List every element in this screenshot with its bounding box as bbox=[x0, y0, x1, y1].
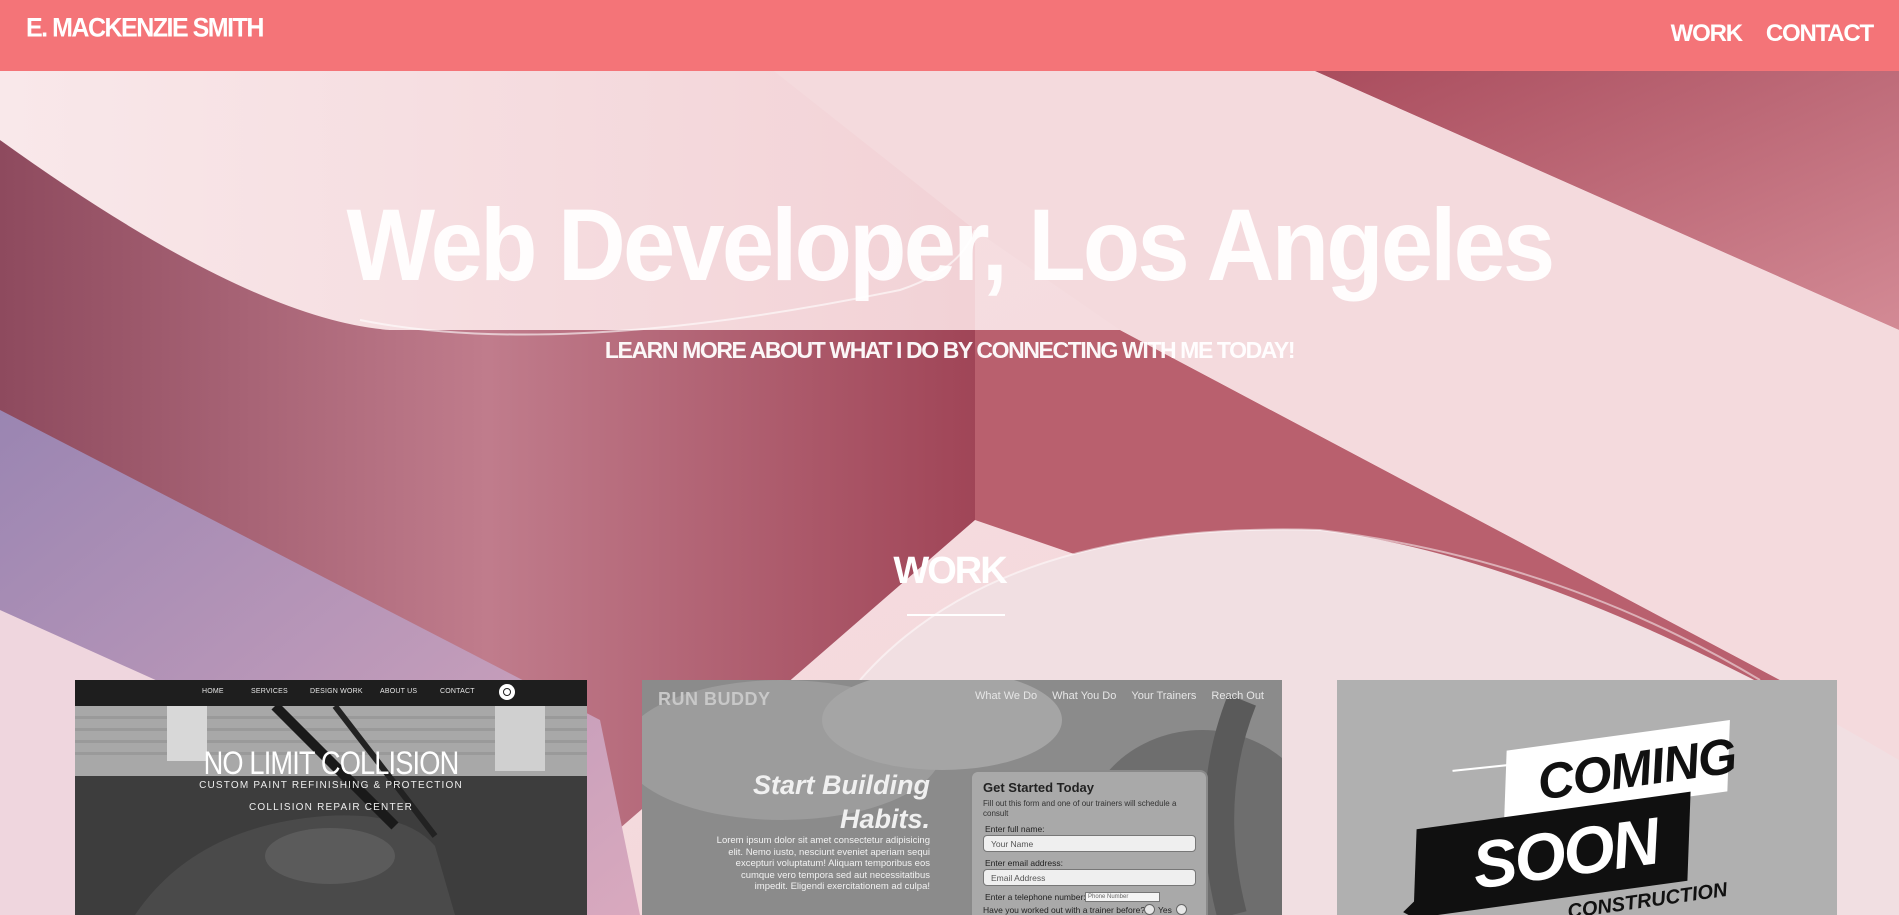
hero-subtitle: LEARN MORE ABOUT WHAT I DO BY CONNECTING… bbox=[604, 337, 1296, 363]
project-card-collision[interactable]: HOME SERVICES DESIGN WORK ABOUT US CONTA… bbox=[75, 680, 587, 915]
preview-nav-item: Reach Out bbox=[1211, 690, 1264, 702]
project-card-run-buddy[interactable]: RUN BUDDY What We Do What You Do Your Tr… bbox=[642, 680, 1282, 915]
project-preview-nav: HOME SERVICES DESIGN WORK ABOUT US CONTA… bbox=[75, 680, 587, 706]
preview-nav-item: DESIGN WORK bbox=[310, 688, 363, 695]
run-buddy-logo: RUN BUDDY bbox=[658, 689, 771, 709]
site-header: E. MACKENZIE SMITH WORK CONTACT bbox=[0, 0, 1899, 71]
instagram-icon bbox=[499, 684, 515, 700]
preview-nav-item: What We Do bbox=[975, 690, 1038, 702]
headline-line-2: Habits. bbox=[839, 804, 930, 834]
yes-label: Yes bbox=[1158, 905, 1172, 915]
project-subtitle: CUSTOM PAINT REFINISHING & PROTECTION bbox=[199, 780, 463, 791]
headline-line-1: Start Building bbox=[753, 770, 930, 800]
form-note: Fill out this form and one of our traine… bbox=[983, 799, 1177, 818]
nav-contact-link[interactable]: CONTACT bbox=[1766, 20, 1874, 48]
nav-work-link[interactable]: WORK bbox=[1671, 20, 1743, 48]
work-heading: WORK bbox=[893, 550, 1007, 592]
name-field: Your Name bbox=[983, 835, 1196, 852]
run-buddy-body: Lorem ipsum dolor sit amet consectetur a… bbox=[716, 835, 930, 892]
email-label: Enter email address: bbox=[985, 858, 1063, 868]
preview-nav-item: What You Do bbox=[1052, 690, 1117, 702]
work-divider bbox=[907, 614, 1005, 616]
run-buddy-form-preview: Get Started Today Fill out this form and… bbox=[970, 770, 1208, 915]
arrow-shape bbox=[1400, 886, 1436, 915]
radio-no bbox=[1176, 904, 1187, 915]
site-logo[interactable]: E. MACKENZIE SMITH bbox=[26, 13, 264, 44]
run-buddy-headline: Start Building Habits. bbox=[702, 768, 930, 836]
radio-yes bbox=[1144, 904, 1155, 915]
main-nav: WORK CONTACT bbox=[1671, 20, 1875, 48]
project-card-coming-soon[interactable]: COMING SOON CONSTRUCTION bbox=[1337, 680, 1837, 915]
preview-nav-item: SERVICES bbox=[251, 688, 288, 695]
phone-label: Enter a telephone number: bbox=[985, 892, 1086, 902]
email-field: Email Address bbox=[983, 869, 1196, 886]
preview-nav-item: CONTACT bbox=[440, 688, 475, 695]
hero-title: Web Developer, Los Angeles bbox=[346, 188, 1556, 302]
preview-nav-item: ABOUT US bbox=[380, 688, 418, 695]
project-subtitle-2: COLLISION REPAIR CENTER bbox=[248, 802, 414, 813]
name-label: Enter full name: bbox=[985, 824, 1045, 834]
preview-nav-item: Your Trainers bbox=[1131, 690, 1197, 702]
form-title: Get Started Today bbox=[983, 780, 1095, 795]
preview-nav-item: HOME bbox=[202, 688, 224, 695]
trainer-question: Have you worked out with a trainer befor… bbox=[983, 905, 1146, 915]
phone-field: Phone Number bbox=[1085, 892, 1160, 902]
project-title: NO LIMIT COLLISION bbox=[203, 745, 460, 781]
project-preview-nav: What We Do What You Do Your Trainers Rea… bbox=[975, 690, 1264, 702]
